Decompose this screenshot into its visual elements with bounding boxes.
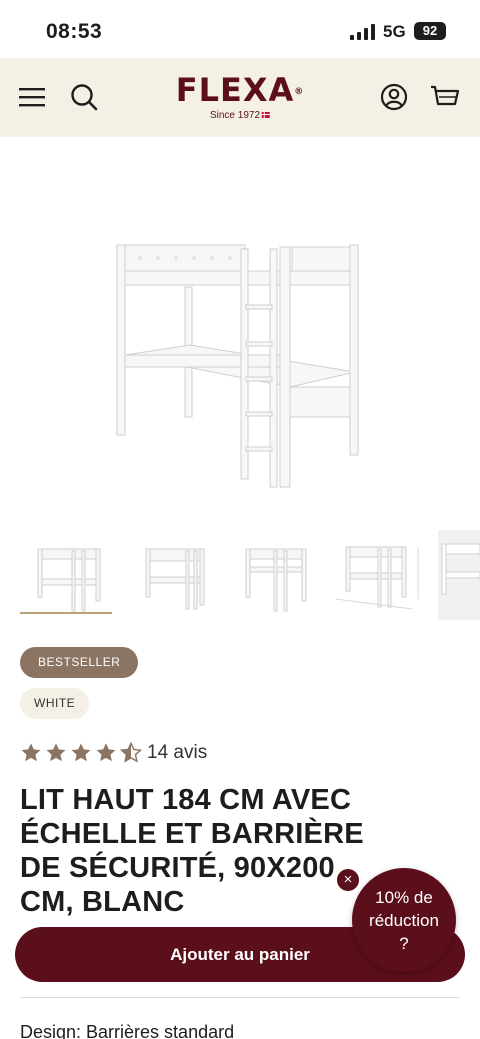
site-header: FLEXA® Since 1972 xyxy=(0,58,480,137)
cart-button[interactable] xyxy=(428,80,462,114)
product-main-image[interactable] xyxy=(0,137,480,515)
signal-icon xyxy=(350,24,375,40)
thumbnail-image xyxy=(245,548,307,612)
star-filled-icon xyxy=(71,743,91,762)
star-filled-icon xyxy=(21,743,41,762)
promo-close-button[interactable]: × xyxy=(337,869,359,891)
thumbnail-image xyxy=(37,548,101,612)
logo-since: Since 1972 xyxy=(209,110,261,121)
account-icon xyxy=(380,83,408,111)
thumbnail[interactable] xyxy=(226,530,322,620)
danish-flag-icon xyxy=(262,112,271,118)
search-icon xyxy=(71,84,98,111)
design-option-label[interactable]: Design: Barrières standard xyxy=(20,1022,234,1039)
star-filled-icon xyxy=(96,743,116,762)
discount-promo-bubble[interactable]: 10% de réduction ? xyxy=(352,868,456,972)
thumbnail[interactable] xyxy=(330,530,426,620)
section-divider xyxy=(20,997,460,998)
loft-bed-illustration xyxy=(116,244,359,488)
registered-mark: ® xyxy=(294,87,305,97)
flexa-logo[interactable]: FLEXA® Since 1972 xyxy=(176,72,305,121)
menu-icon xyxy=(19,88,45,107)
thumbnail[interactable] xyxy=(438,530,480,620)
thumbnail[interactable] xyxy=(124,530,220,620)
account-button[interactable] xyxy=(377,80,411,114)
review-count: 14 avis xyxy=(147,742,208,763)
logo-wordmark: FLEXA xyxy=(175,71,295,109)
star-half-icon xyxy=(120,742,142,763)
thumbnail-image xyxy=(335,546,419,610)
bestseller-badge: BESTSELLER xyxy=(20,647,139,678)
status-bar: 08:53 5G 92 xyxy=(0,0,480,58)
star-filled-icon xyxy=(46,743,66,762)
thumbnail-strip xyxy=(0,520,480,620)
search-button[interactable] xyxy=(67,80,101,114)
cart-icon xyxy=(431,85,460,106)
thumbnail[interactable] xyxy=(20,530,116,620)
product-rating[interactable]: 14 avis xyxy=(20,740,207,766)
network-label: 5G xyxy=(383,22,406,41)
product-page: 08:53 5G 92 FLEXA® Since 1972 BESTSELLER… xyxy=(0,0,480,1039)
color-badge: WHITE xyxy=(20,688,90,719)
status-time: 08:53 xyxy=(46,20,103,43)
promo-line-1: 10% de xyxy=(375,887,433,907)
thumbnail-active-indicator xyxy=(20,612,112,614)
product-title: LIT HAUT 184 CM AVEC ÉCHELLE ET BARRIÈRE… xyxy=(20,784,364,918)
promo-line-3: ? xyxy=(399,933,409,953)
promo-line-2: réduction xyxy=(369,910,439,930)
battery-indicator: 92 xyxy=(414,22,446,40)
thumbnail-image xyxy=(438,530,480,620)
menu-button[interactable] xyxy=(15,80,49,114)
thumbnail-image xyxy=(145,548,205,610)
